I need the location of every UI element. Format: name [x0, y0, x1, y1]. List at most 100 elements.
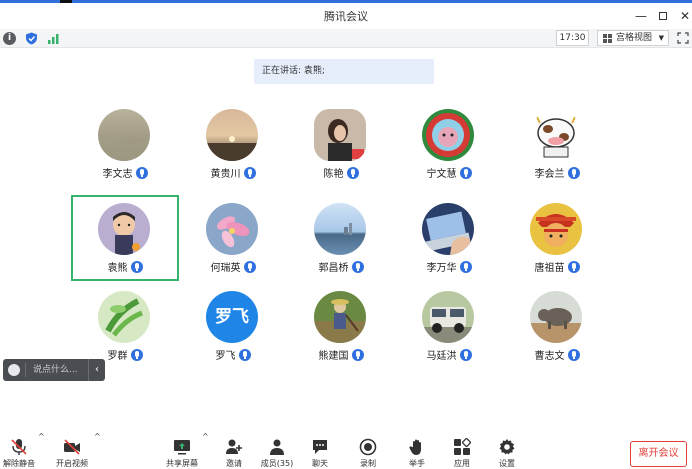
shield-icon[interactable]: [25, 32, 38, 45]
avatar: [422, 203, 474, 255]
raise-hand-icon: [409, 439, 421, 455]
share-screen-button[interactable]: 共享屏幕: [162, 432, 202, 469]
participant-name: 袁熊: [107, 263, 128, 274]
participant-tile[interactable]: 曹志文: [503, 283, 611, 369]
minimize-button[interactable]: —: [632, 7, 650, 25]
unmute-label: 解除静音: [3, 459, 35, 468]
emoji-icon[interactable]: [8, 364, 20, 376]
avatar: [422, 109, 474, 161]
avatar: [314, 291, 366, 343]
participant-tile[interactable]: 罗群: [71, 283, 179, 369]
participant-tile[interactable]: 马廷洪: [395, 283, 503, 369]
avatar: [530, 291, 582, 343]
microphone-icon: [130, 261, 143, 273]
participant-name: 何瑞英: [210, 263, 241, 274]
avatar: [206, 203, 258, 255]
participant-tile[interactable]: 李文志: [71, 101, 179, 187]
microphone-icon: [459, 261, 472, 273]
bottom-toolbar: 解除静音 ^ 开启视频 ^ 共享屏幕 ^ 邀请 成员(35) 聊天 录制 举手 …: [0, 432, 692, 469]
chevron-up-icon[interactable]: ^: [94, 432, 101, 469]
members-button[interactable]: 成员(35): [258, 432, 296, 469]
participant-tile[interactable]: 李万华: [395, 195, 503, 281]
apps-label: 应用: [454, 459, 470, 468]
record-button[interactable]: 录制: [354, 432, 382, 469]
participant-tile[interactable]: 唐祖苗: [503, 195, 611, 281]
participant-tile[interactable]: 李会兰: [503, 101, 611, 187]
participant-name: 郭昌桥: [318, 263, 349, 274]
view-mode-select[interactable]: 宫格视图 ▼: [597, 30, 669, 46]
share-screen-icon: [174, 440, 190, 455]
chat-label: 聊天: [312, 459, 328, 468]
participant-name: 黄贵川: [210, 169, 241, 180]
avatar: [206, 109, 258, 161]
settings-label: 设置: [499, 459, 515, 468]
signal-strength-icon[interactable]: [47, 32, 60, 45]
maximize-button[interactable]: [654, 7, 672, 25]
participant-name: 曹志文: [534, 351, 565, 362]
participant-tile[interactable]: 罗飞 罗飞: [179, 283, 287, 369]
fullscreen-icon[interactable]: [677, 32, 689, 44]
participant-tile-active-speaker[interactable]: 袁熊: [71, 195, 179, 281]
participant-name: 李文志: [102, 169, 133, 180]
avatar: [314, 109, 366, 161]
avatar: [314, 203, 366, 255]
avatar: [98, 109, 150, 161]
invite-button[interactable]: 邀请: [220, 432, 248, 469]
participant-name: 唐祖苗: [534, 263, 565, 274]
participant-name: 李会兰: [534, 169, 565, 180]
close-button[interactable]: ✕: [676, 7, 692, 25]
chevron-up-icon[interactable]: ^: [202, 432, 209, 469]
participant-tile[interactable]: 郭昌桥: [287, 195, 395, 281]
microphone-icon: [459, 349, 472, 361]
members-label: 成员(35): [260, 459, 294, 468]
participant-name: 罗群: [107, 351, 128, 362]
grid-view-icon: [603, 34, 612, 43]
avatar: [98, 291, 150, 343]
title-bar: 腾讯会议 — ✕: [0, 3, 692, 29]
record-icon: [359, 438, 377, 456]
chat-placeholder: 说点什么...: [33, 365, 78, 375]
avatar: [422, 291, 474, 343]
invite-label: 邀请: [226, 459, 242, 468]
apps-button[interactable]: 应用: [448, 432, 476, 469]
avatar: 罗飞: [206, 291, 258, 343]
apps-icon: [454, 438, 471, 455]
view-mode-label: 宫格视图: [616, 33, 653, 43]
participant-tile[interactable]: 陈艳: [287, 101, 395, 187]
participant-name: 马廷洪: [426, 351, 457, 362]
share-screen-label: 共享屏幕: [166, 459, 198, 468]
unmute-button[interactable]: 解除静音: [0, 432, 38, 469]
participant-tile[interactable]: 黄贵川: [179, 101, 287, 187]
microphone-icon: [351, 349, 364, 361]
start-video-button[interactable]: 开启视频: [52, 432, 92, 469]
participant-tile[interactable]: 熊建国: [287, 283, 395, 369]
info-toolbar: i 17:30 宫格视图 ▼: [0, 29, 692, 48]
start-video-label: 开启视频: [56, 459, 88, 468]
members-icon: [270, 439, 284, 455]
raise-hand-label: 举手: [409, 459, 425, 468]
chevron-up-icon[interactable]: ^: [38, 432, 45, 469]
avatar: [530, 109, 582, 161]
raise-hand-button[interactable]: 举手: [403, 432, 431, 469]
avatar: [98, 203, 150, 255]
participant-tile[interactable]: 宁文慧: [395, 101, 503, 187]
camera-off-icon: [64, 439, 80, 455]
participant-name: 陈艳: [323, 169, 344, 180]
meeting-info-icon[interactable]: i: [3, 32, 16, 45]
microphone-icon: [459, 167, 472, 179]
microphone-icon: [135, 167, 148, 179]
microphone-muted-icon: [11, 439, 27, 455]
leave-meeting-button[interactable]: 离开会议: [630, 441, 687, 467]
speaking-indicator: 正在讲话: 袁熊;: [254, 59, 434, 84]
settings-button[interactable]: 设置: [493, 432, 521, 469]
chat-bubble-icon: [313, 440, 327, 454]
microphone-icon: [346, 167, 359, 179]
participant-name: 李万华: [426, 263, 457, 274]
chat-input-box[interactable]: 说点什么... ‹: [3, 359, 105, 381]
chevron-left-icon[interactable]: ‹: [88, 359, 105, 381]
microphone-icon: [243, 167, 256, 179]
microphone-icon: [567, 261, 580, 273]
participant-tile[interactable]: 何瑞英: [179, 195, 287, 281]
chat-button[interactable]: 聊天: [306, 432, 334, 469]
microphone-icon: [238, 349, 251, 361]
